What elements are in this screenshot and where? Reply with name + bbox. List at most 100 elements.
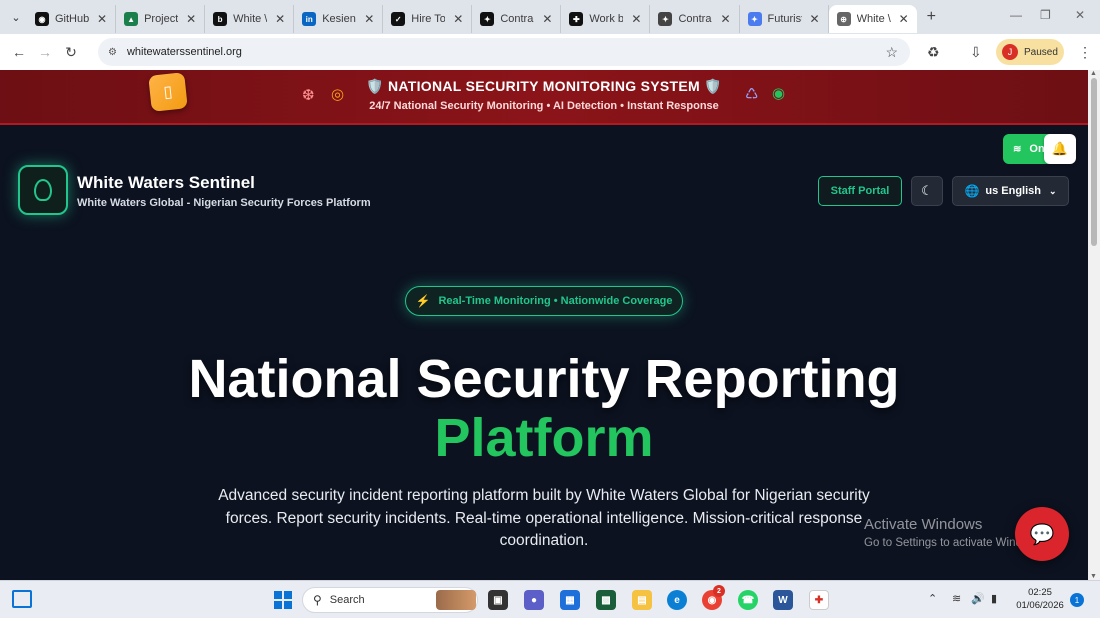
shield-logo-icon[interactable] [18,165,68,215]
wifi-icon: ≋ [1013,143,1022,155]
browser-tab[interactable]: ✦ Futurist ✕ [740,5,829,33]
staff-portal-button[interactable]: Staff Portal [818,176,902,206]
project-icon: ▲ [124,12,139,26]
download-icon[interactable]: ⇩ [970,44,982,61]
browser-tab[interactable]: ✓ Hire To ✕ [383,5,473,33]
close-tab-icon[interactable]: ✕ [810,12,820,26]
avatar: J [1002,44,1018,60]
tab-title: GitHub [55,13,89,25]
globe-icon: 🌐 [964,184,980,198]
lightning-icon: ⚡ [415,294,431,308]
browser-tab[interactable]: ⊕ White \ ✕ [828,5,917,33]
browser-tab[interactable]: ✚ Work b ✕ [561,5,651,33]
notification-bell-icon[interactable]: 🔔 [1044,134,1076,164]
scroll-up-icon[interactable]: ▲ [1090,70,1097,77]
battery-icon[interactable]: ▮ [991,592,997,605]
back-icon[interactable]: ← [6,44,32,60]
wifi-tray-icon[interactable]: ≋ [952,592,961,605]
close-tab-icon[interactable]: ✕ [275,12,285,26]
volume-icon[interactable]: 🔊 [971,592,985,605]
language-label: us English [985,185,1042,197]
edge-icon[interactable]: e [667,590,687,610]
chat-bubble-icon[interactable]: 💬 [1015,507,1069,561]
browser-tab[interactable]: ✦ Contra ✕ [472,5,562,33]
extensions-icon[interactable]: ♻ [927,44,940,61]
address-bar[interactable]: ⚙ whitewaterssentinel.org ☆ [98,38,910,66]
browser-tab[interactable]: ✦ Contra ✕ [650,5,740,33]
tab-title: Futurist [767,13,802,25]
word-icon[interactable]: W [773,590,793,610]
upwork-icon: ✓ [391,12,406,26]
close-tab-icon[interactable]: ✕ [453,12,463,26]
app-grid-icon[interactable]: ▩ [596,590,616,610]
close-tab-icon[interactable]: ✕ [899,12,909,26]
language-selector[interactable]: 🌐 us English ⌄ [952,176,1069,206]
github-icon: ◉ [35,12,49,26]
clock-time: 02:25 [1028,587,1052,598]
linkedin-icon: in [302,12,317,26]
chrome-badge: 2 [713,585,725,597]
close-window-icon[interactable]: ✕ [1075,8,1085,22]
store-icon[interactable]: ▦ [560,590,580,610]
online-label: On [1029,143,1045,155]
task-view-icon[interactable]: ▣ [488,590,508,610]
tab-title: White \ [233,13,268,25]
bootstrap-icon: b [213,12,228,26]
notification-count[interactable]: 1 [1070,593,1084,607]
browser-toolbar: ← → ↻ ⚙ whitewaterssentinel.org ☆ ♻ ⇩ J … [0,34,1100,70]
site-info-icon[interactable]: ⚙ [108,47,117,58]
teams-icon[interactable]: ● [524,590,544,610]
contra-icon: ✦ [658,12,673,26]
windows-start-icon[interactable] [274,591,292,609]
file-explorer-icon[interactable]: ▤ [632,590,652,610]
widgets-icon[interactable] [12,590,32,608]
hero-description: Advanced security incident reporting pla… [218,487,870,549]
tray-chevron-up-icon[interactable]: ⌃ [928,592,937,605]
close-tab-icon[interactable]: ✕ [97,12,107,26]
reload-icon[interactable]: ↻ [58,44,84,61]
browser-menu-icon[interactable]: ⋮ [1078,44,1092,61]
tab-title: Project [144,13,179,25]
browser-tab[interactable]: ▲ Project ✕ [116,5,206,33]
banner-subtitle: 24/7 National Security Monitoring • AI D… [369,100,719,112]
gemini-icon: ✦ [747,12,762,26]
monitoring-banner: ▯ ❆ ◎ 🛡️ NATIONAL SECURITY MONITORING SY… [0,70,1088,125]
tab-title: Hire To [411,13,446,25]
scroll-down-icon[interactable]: ▼ [1090,573,1097,580]
forward-icon[interactable]: → [32,44,58,60]
globe-icon: ⊕ [836,12,851,26]
browser-tab-strip: ⌄ ◉ GitHub ✕ ▲ Project ✕ b White \ ✕ in Kesiena ✕ ✓ H… [0,0,1100,34]
scrollbar-thumb[interactable] [1091,78,1097,246]
minimize-icon[interactable]: — [1010,8,1022,22]
snipping-tool-icon[interactable]: ✚ [809,590,829,610]
monitoring-badge-label: Real-Time Monitoring • Nationwide Covera… [438,295,673,307]
close-tab-icon[interactable]: ✕ [186,12,196,26]
taskbar-clock[interactable]: 02:25 01/06/2026 [1016,586,1064,612]
restore-icon[interactable]: ❐ [1040,8,1051,22]
browser-tab[interactable]: b White \ ✕ [205,5,295,33]
search-icon: ⚲ [313,593,322,607]
tab-search-chevron-icon[interactable]: ⌄ [5,6,27,28]
browser-tab[interactable]: in Kesiena ✕ [294,5,384,33]
tab-title: White \ [856,13,891,25]
contra-icon: ✦ [480,12,495,26]
browser-tab[interactable]: ◉ GitHub ✕ [27,5,117,33]
close-tab-icon[interactable]: ✕ [364,12,374,26]
theme-toggle-moon-icon[interactable]: ☾ [911,176,943,206]
monitoring-badge: ⚡ Real-Time Monitoring • Nationwide Cove… [405,286,683,316]
bookmark-star-icon[interactable]: ☆ [885,44,898,61]
close-tab-icon[interactable]: ✕ [631,12,641,26]
eye-icon: ◉ [772,85,786,102]
whatsapp-icon[interactable]: ☎ [738,590,758,610]
search-highlight-image [436,590,476,610]
profile-button[interactable]: J Paused [996,39,1064,65]
brand-tagline: White Waters Global - Nigerian Security … [77,197,371,209]
close-tab-icon[interactable]: ✕ [720,12,730,26]
new-tab-button[interactable]: + [927,8,936,26]
taskbar-search-label: Search [329,594,365,606]
profile-status: Paused [1024,46,1058,58]
brand-name[interactable]: White Waters Sentinel [77,173,255,193]
url-text: whitewaterssentinel.org [126,46,242,58]
page-scrollbar[interactable]: ▲ ▼ [1088,70,1100,580]
close-tab-icon[interactable]: ✕ [542,12,552,26]
